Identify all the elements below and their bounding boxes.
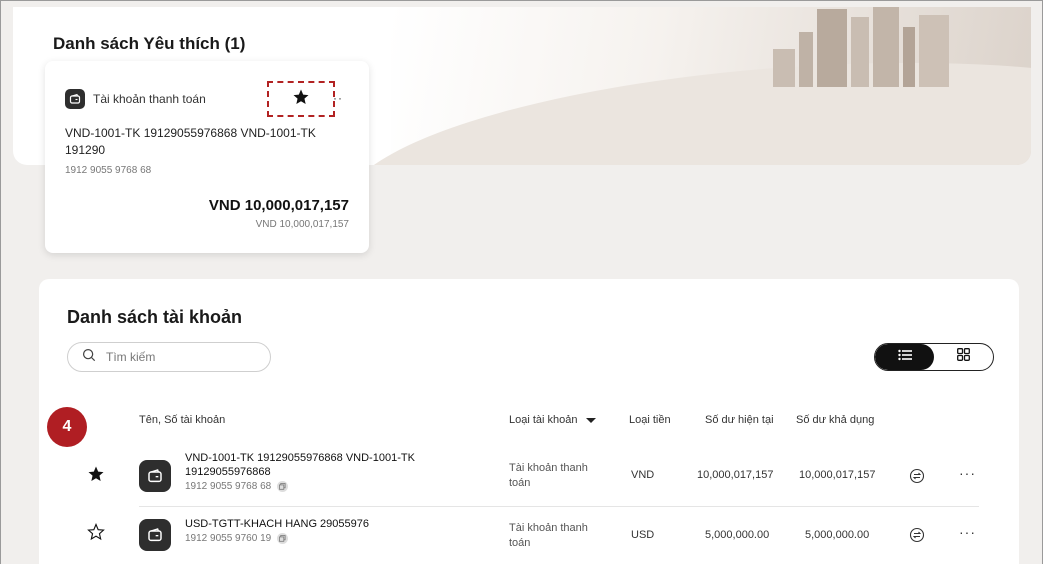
table-row[interactable]: USD-TGTT-KHACH HANG 29055976 1912 9055 9…: [39, 509, 1019, 563]
sort-down-icon[interactable]: [585, 417, 596, 423]
row-more-icon[interactable]: ···: [959, 465, 976, 481]
column-header-currency: Loại tiền: [629, 414, 671, 426]
wallet-icon: [139, 460, 171, 492]
card-balance: VND 10,000,017,157: [208, 197, 349, 214]
accounts-title: Danh sách tài khoản: [67, 307, 243, 327]
column-header-type-label: Loại tài khoản: [509, 414, 578, 426]
row-more-icon[interactable]: ···: [959, 524, 976, 540]
search-input[interactable]: [106, 350, 246, 364]
account-type: Tài khoản thanh toán: [509, 522, 588, 549]
available-balance: 10,000,017,157: [799, 469, 876, 481]
currency: USD: [631, 529, 655, 541]
column-header-available-balance: Số dư khả dụng: [796, 414, 875, 426]
favorites-title: Danh sách Yêu thích (1): [53, 34, 246, 53]
search-icon: [82, 348, 96, 367]
table-row[interactable]: VND-1001-TK 19129055976868 VND-1001-TK 1…: [39, 445, 1019, 507]
column-header-type[interactable]: Loại tài khoản: [509, 414, 596, 426]
grid-view-button[interactable]: [934, 344, 993, 370]
current-balance: 10,000,017,157: [697, 469, 774, 481]
row-divider: [139, 506, 979, 507]
currency: VND: [631, 469, 655, 481]
card-account-type-label: Tài khoản thanh toán: [93, 92, 206, 106]
wallet-icon: [139, 519, 171, 551]
star-outline-icon[interactable]: [87, 523, 105, 544]
column-header-name: Tên, Số tài khoản: [139, 414, 226, 426]
current-balance: 5,000,000.00: [705, 529, 770, 541]
card-balance-sub: VND 10,000,017,157: [255, 219, 349, 230]
exchange-icon[interactable]: [909, 468, 925, 487]
exchange-icon[interactable]: [909, 527, 925, 546]
account-number: 1912 9055 9760 19: [185, 533, 455, 544]
card-account-name: VND-1001-TK 19129055976868 VND-1001-TK 1…: [65, 126, 316, 157]
star-filled-icon[interactable]: [292, 88, 310, 111]
account-number-text: 1912 9055 9768 68: [185, 481, 272, 492]
account-name: USD-TGTT-KHACH HANG 29055976: [185, 518, 369, 530]
account-number: 1912 9055 9768 68: [185, 481, 455, 492]
star-filled-icon[interactable]: [87, 465, 105, 486]
grid-icon: [957, 348, 970, 366]
account-name: VND-1001-TK 19129055976868 VND-1001-TK 1…: [185, 452, 415, 478]
step-badge: 4: [47, 407, 87, 447]
account-number-text: 1912 9055 9760 19: [185, 533, 272, 544]
favorite-toggle-highlight[interactable]: [267, 81, 335, 117]
account-type: Tài khoản thanh toán: [509, 462, 588, 489]
list-icon: [897, 348, 912, 366]
account-info: USD-TGTT-KHACH HANG 29055976 1912 9055 9…: [185, 517, 455, 544]
wallet-icon: [65, 89, 85, 109]
search-box[interactable]: [67, 342, 271, 372]
app-frame: Danh sách Yêu thích (1) Tài khoản thanh …: [0, 0, 1043, 564]
copy-icon[interactable]: [277, 533, 289, 544]
view-toggle: [874, 343, 994, 371]
available-balance: 5,000,000.00: [805, 529, 870, 541]
card-more-icon[interactable]: ··: [333, 91, 343, 105]
account-info: VND-1001-TK 19129055976868 VND-1001-TK 1…: [185, 451, 455, 492]
accounts-panel: Danh sách tài khoản Tên, Số tài khoản Lo…: [39, 279, 1019, 564]
card-account-type: Tài khoản thanh toán: [65, 89, 206, 109]
city-illustration: [773, 7, 953, 87]
copy-icon[interactable]: [277, 481, 289, 492]
list-view-button[interactable]: [875, 344, 934, 370]
card-account-number: 1912 9055 9768 68: [65, 165, 152, 176]
favorite-account-card[interactable]: Tài khoản thanh toán ·· VND-1001-TK 1912…: [45, 61, 369, 253]
column-header-current-balance: Số dư hiện tại: [705, 414, 774, 426]
